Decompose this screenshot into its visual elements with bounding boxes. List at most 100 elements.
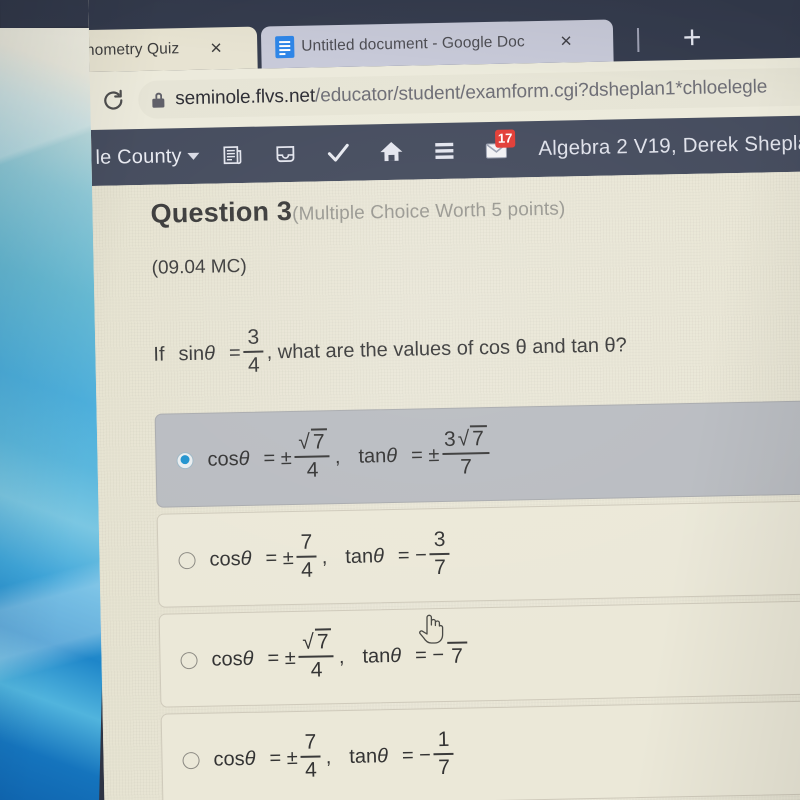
fraction-bar (300, 755, 321, 758)
tan-fraction: 1 7 (433, 727, 454, 780)
separator: , (325, 745, 332, 768)
theta: θ (390, 644, 402, 667)
fraction-numerator: √ 7 (298, 628, 334, 654)
tan-sign: = − (414, 643, 445, 667)
fraction-denominator: 4 (300, 558, 314, 582)
stem-rest: , what are the values of cos θ and tan θ… (266, 333, 628, 364)
answer-expression: cos θ = ± √ 7 4 , tan θ = ± 3√ 7 7 (207, 425, 493, 485)
tan-label: tan (349, 744, 378, 768)
fraction-numerator: 3 (247, 325, 260, 349)
cos-label: cos (211, 647, 243, 671)
answer-option-a[interactable]: cos θ = ± √ 7 4 , tan θ = ± 3√ 7 7 (154, 400, 800, 508)
close-icon[interactable]: × (210, 37, 222, 59)
inbox-tray-icon[interactable] (258, 126, 312, 183)
answer-option-c[interactable]: cos θ = ± √ 7 4 , tan θ = − 7 (158, 600, 800, 708)
question-number: Question 3 (150, 195, 293, 229)
cos-sign: = ± (267, 646, 296, 670)
tan-label: tan (345, 544, 374, 568)
coefficient: 3 (443, 427, 456, 451)
tan-sign: = − (397, 543, 428, 567)
fraction-numerator: 1 (437, 727, 450, 752)
course-user-label: Algebra 2 V19, Derek Sheplan ( 4 (538, 131, 800, 160)
fraction-bar (294, 455, 330, 459)
cos-fraction: √ 7 4 (298, 628, 334, 682)
radio-button[interactable] (178, 551, 196, 569)
stem-if: If (153, 343, 165, 366)
fraction-bar (446, 641, 467, 644)
cos-fraction: √ 7 4 (294, 428, 330, 482)
fraction-bar (298, 655, 334, 658)
mail-envelope-icon[interactable]: 17 (471, 121, 525, 178)
tab-divider (636, 27, 640, 52)
fraction-bar (296, 555, 317, 559)
fraction-numerator: 3 (433, 527, 446, 552)
mail-badge: 17 (495, 129, 516, 148)
fraction-denominator: 7 (434, 556, 447, 580)
district-menu[interactable]: le County (95, 144, 200, 169)
home-icon[interactable] (365, 123, 419, 180)
cos-fraction: 7 4 (300, 730, 321, 782)
list-menu-icon[interactable] (418, 122, 472, 179)
tab-google-docs[interactable]: Untitled document - Google Doc × (260, 19, 614, 69)
stem-equals: = (228, 341, 241, 364)
answer-option-d[interactable]: cos θ = ± 7 4 , tan θ = − 1 7 (160, 700, 800, 800)
answer-expression: cos θ = ± 7 4 , tan θ = − (209, 527, 453, 585)
answer-expression: cos θ = ± √ 7 4 , tan θ = − 7 (211, 628, 471, 685)
answer-options: cos θ = ± √ 7 4 , tan θ = ± 3√ 7 7 cos θ… (154, 400, 800, 800)
radio-button[interactable] (180, 651, 198, 669)
stem-fraction: 3 4 (243, 325, 264, 377)
browser-window: 09.06 Trigonometry Quiz × Untitled docum… (88, 0, 800, 800)
answer-expression: cos θ = ± 7 4 , tan θ = − (213, 727, 457, 785)
checkmark-icon[interactable] (311, 124, 365, 181)
tab-title: 09.06 Trigonometry Quiz (88, 40, 180, 60)
question-header: Question 3 (Multiple Choice Worth 5 poin… (150, 181, 800, 230)
stem-theta: θ (203, 342, 216, 365)
fraction-numerator: 7 (300, 530, 313, 554)
tab-trigonometry-quiz[interactable]: 09.06 Trigonometry Quiz × (88, 26, 258, 74)
tan-fraction: 7 (446, 640, 468, 668)
close-icon[interactable]: × (560, 30, 572, 52)
padlock-icon (152, 92, 165, 108)
question-meta: (Multiple Choice Worth 5 points) (291, 198, 566, 225)
monitor-photo: 09.06 Trigonometry Quiz × Untitled docum… (0, 0, 800, 800)
reload-icon[interactable] (100, 87, 127, 114)
cos-sign: = ± (263, 446, 292, 470)
fraction-denominator: 4 (247, 353, 260, 377)
cos-sign: = ± (269, 746, 298, 770)
theta: θ (244, 747, 256, 770)
theta: θ (242, 647, 254, 670)
fraction-denominator: 4 (304, 758, 318, 782)
quiz-page: Question 3 (Multiple Choice Worth 5 poin… (92, 170, 800, 800)
separator: , (338, 645, 345, 668)
radio-button[interactable] (176, 451, 194, 469)
tab-title: Untitled document - Google Doc (301, 33, 525, 55)
cos-sign: = ± (265, 546, 294, 570)
newspaper-icon[interactable] (205, 127, 259, 184)
radio-button[interactable] (182, 751, 200, 769)
stem-function: sin (178, 342, 205, 365)
chevron-down-icon (187, 152, 200, 160)
new-tab-button[interactable]: + (675, 19, 710, 57)
fraction-numerator: 7 (304, 730, 317, 754)
fraction-denominator: 7 (438, 755, 451, 780)
fraction-bar (243, 350, 264, 353)
standard-code: (09.04 MC) (151, 255, 247, 279)
answer-option-b[interactable]: cos θ = ± 7 4 , tan θ = − 3 7 (156, 500, 800, 608)
radicand: 7 (314, 628, 332, 654)
fraction-denominator: 7 (451, 644, 464, 668)
fraction-bar (433, 752, 454, 756)
tan-label: tan (362, 644, 391, 668)
cos-label: cos (207, 447, 239, 471)
fraction-numerator: 3√ 7 (442, 425, 489, 451)
url-host: seminole.flvs.net (175, 85, 316, 110)
cos-label: cos (213, 747, 245, 771)
address-bar[interactable]: seminole.flvs.net/educator/student/examf… (137, 66, 800, 120)
tan-fraction: 3√ 7 7 (442, 425, 490, 479)
url-path: /educator/student/examform.cgi?dsheplan1… (314, 76, 768, 107)
fraction-bar (429, 552, 450, 556)
radicand: 7 (310, 428, 328, 454)
url-text: seminole.flvs.net/educator/student/examf… (175, 76, 767, 110)
question-stem: If sin θ = 3 4 , what are the values of … (153, 316, 800, 380)
separator: , (321, 545, 328, 569)
theta: θ (376, 744, 389, 767)
